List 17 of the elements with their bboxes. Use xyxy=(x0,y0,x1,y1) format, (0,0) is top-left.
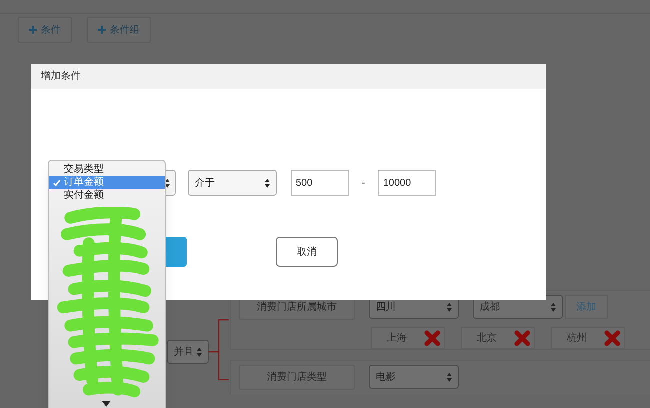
min-input[interactable]: 500 xyxy=(291,170,349,196)
joiner-select[interactable]: 并且 xyxy=(167,340,209,364)
dropdown-option[interactable]: 订单金额 xyxy=(49,176,165,189)
field-label: 消费门店类型 xyxy=(238,365,355,390)
operator-select[interactable]: 介于 xyxy=(188,170,277,196)
dropdown-option[interactable]: 实付金额 xyxy=(49,189,165,202)
tag-label: 上海 xyxy=(386,332,408,346)
range-separator: - xyxy=(362,176,366,190)
cancel-button[interactable]: 取消 xyxy=(276,237,338,267)
dropdown-option[interactable]: 交易类型 xyxy=(49,163,165,176)
value-select[interactable]: 电影 xyxy=(368,365,459,389)
dialog-title: 增加条件 xyxy=(31,64,546,89)
max-input[interactable]: 10000 xyxy=(378,170,436,196)
tag-label: 杭州 xyxy=(566,332,588,346)
add-button[interactable]: 条件组 xyxy=(87,17,151,43)
add-button[interactable]: 条件 xyxy=(18,17,72,43)
tag-label: 北京 xyxy=(476,332,498,346)
